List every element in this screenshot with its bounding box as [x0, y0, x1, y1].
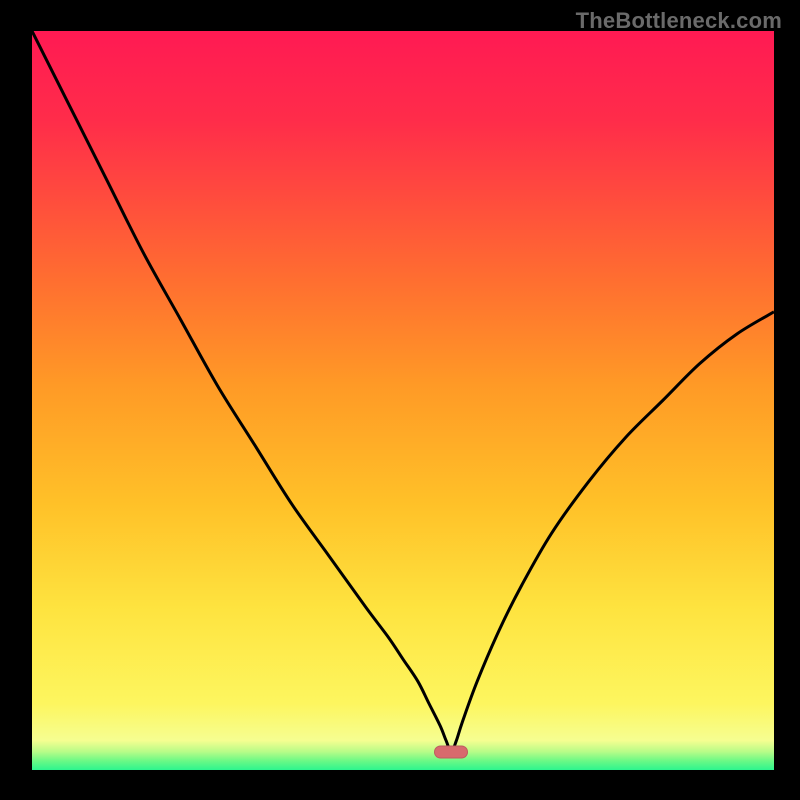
watermark-text: TheBottleneck.com	[576, 8, 782, 34]
bottleneck-curve	[32, 31, 774, 770]
plot-area	[32, 31, 774, 770]
chart-stage: TheBottleneck.com	[0, 0, 800, 800]
minimum-marker	[434, 745, 468, 758]
